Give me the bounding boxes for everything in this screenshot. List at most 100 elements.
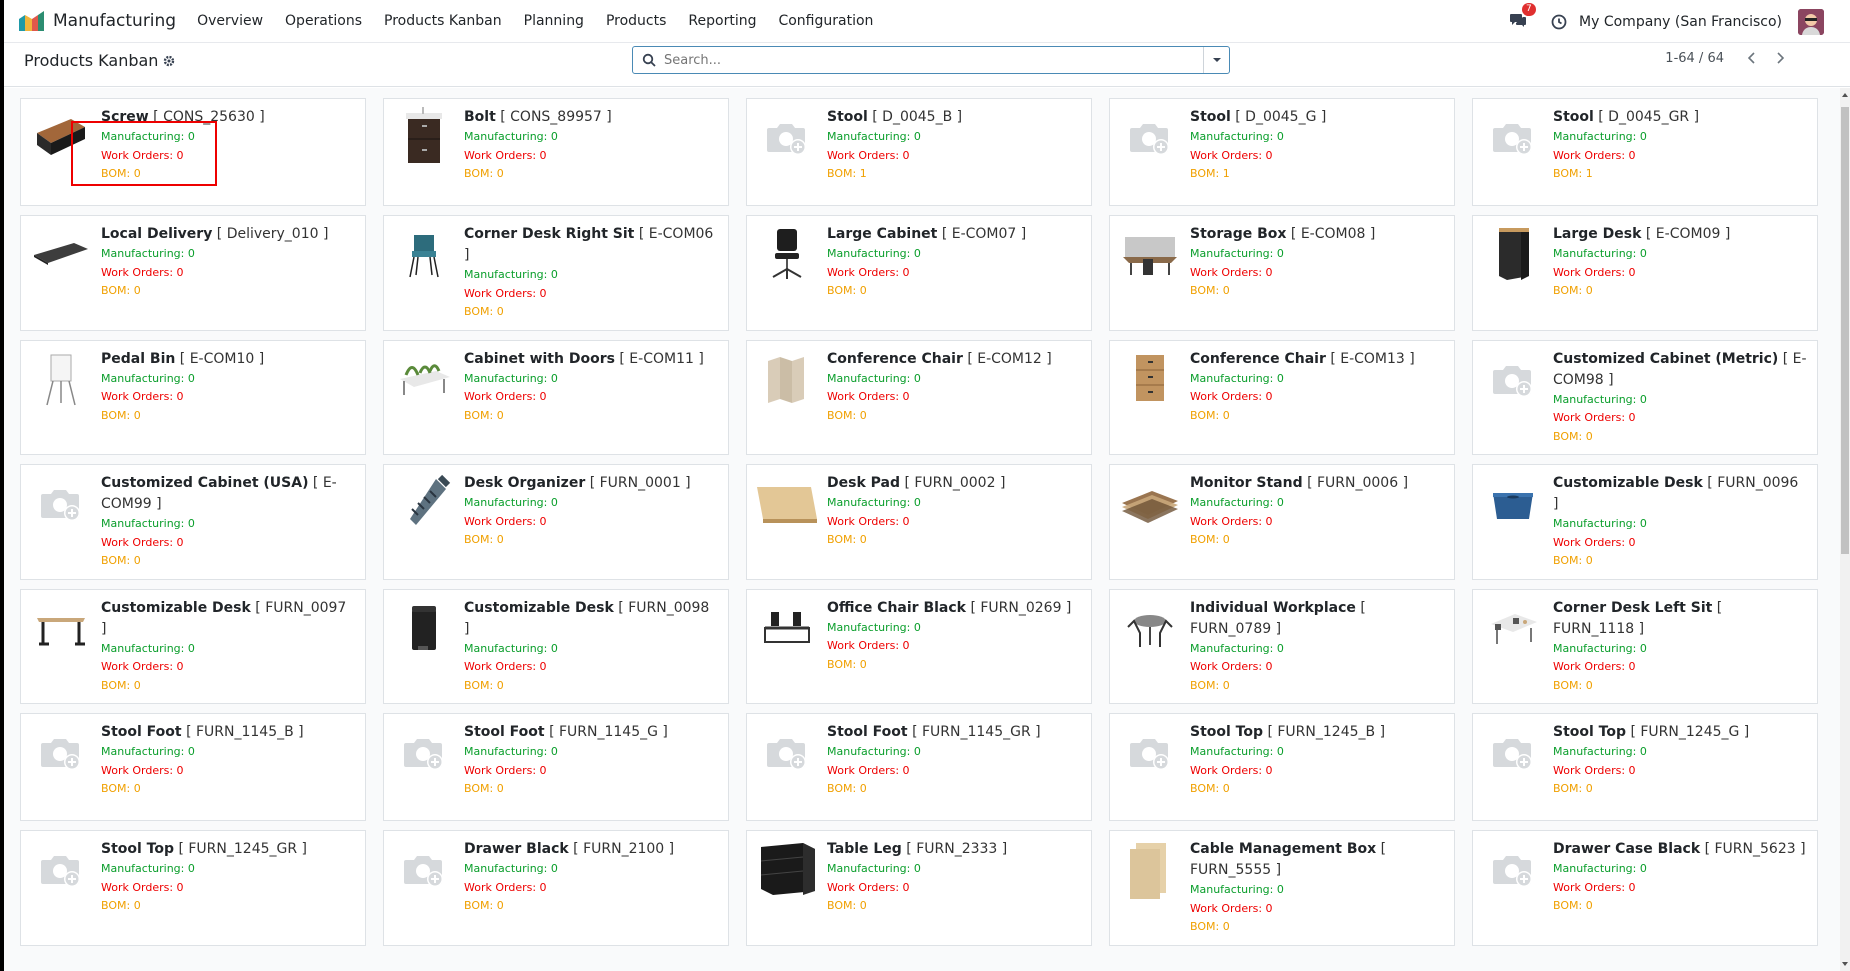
product-card[interactable]: Bolt [ CONS_89957 ] Manufacturing: 0 Work … bbox=[383, 98, 729, 206]
product-card[interactable]: Customizable Desk [ FURN_0097 ] Manufactu… bbox=[20, 588, 366, 704]
messaging-button[interactable]: 7 bbox=[1509, 2, 1536, 32]
manufacturing-count: Manufacturing: 0 bbox=[1190, 370, 1444, 389]
control-panel: Products Kanban 1-64 / 64 bbox=[4, 43, 1850, 87]
count-label: BOM: bbox=[1553, 284, 1586, 297]
product-card[interactable]: Stool [ D_0045_G ] Manufacturing: 0 Work O… bbox=[1109, 98, 1455, 206]
count-label: BOM: bbox=[1553, 782, 1586, 795]
menu-item-configuration[interactable]: Configuration bbox=[767, 13, 884, 29]
manufacturing-count: Manufacturing: 0 bbox=[101, 128, 355, 147]
product-card[interactable]: Screw [ CONS_25630 ] Manufacturing: 0 Work… bbox=[20, 98, 366, 206]
count-label: BOM: bbox=[827, 657, 860, 671]
product-card[interactable]: Stool Foot [ FURN_1145_GR ] Manufacturing… bbox=[746, 713, 1092, 821]
company-switcher[interactable]: My Company (San Francisco) bbox=[1579, 14, 1782, 30]
product-reference: [ E-COM13 ] bbox=[1330, 350, 1415, 367]
product-card[interactable]: Conference Chair [ E-COM12 ] Manufacturin… bbox=[746, 339, 1092, 455]
count-label: BOM: bbox=[101, 554, 134, 567]
product-photo bbox=[755, 479, 819, 531]
bom-count: BOM: 0 bbox=[1190, 780, 1444, 799]
vertical-scrollbar[interactable] bbox=[1840, 88, 1850, 971]
count-value: 0 bbox=[1585, 284, 1593, 297]
product-card[interactable]: Corner Desk Right Sit [ E-COM06 ] Manufac… bbox=[383, 215, 729, 331]
menu-item-planning[interactable]: Planning bbox=[513, 13, 595, 29]
product-title: Stool Foot [ FURN_1145_GR ] bbox=[827, 722, 1081, 743]
count-label: Work Orders: bbox=[827, 763, 903, 777]
product-card[interactable]: Large Cabinet [ E-COM07 ] Manufacturing: … bbox=[746, 215, 1092, 331]
product-card[interactable]: Cable Management Box [ FURN_5555 ] Manufa… bbox=[1109, 830, 1455, 946]
product-reference: [ FURN_0002 ] bbox=[904, 475, 1006, 491]
pager-value[interactable]: 1-64 / 64 bbox=[1665, 51, 1724, 66]
count-value: 0 bbox=[902, 148, 910, 162]
bom-count: BOM: 0 bbox=[1190, 918, 1444, 937]
count-value: 0 bbox=[539, 763, 547, 777]
product-reference: [ FURN_0006 ] bbox=[1307, 475, 1409, 491]
scroll-up-icon[interactable] bbox=[1842, 92, 1848, 98]
product-reference: [ FURN_1245_GR ] bbox=[178, 841, 307, 857]
count-value: 0 bbox=[913, 371, 921, 385]
activity-clock-icon[interactable] bbox=[1551, 14, 1567, 30]
count-value: 0 bbox=[133, 554, 141, 567]
product-name: Desk Organizer bbox=[464, 475, 586, 491]
scroll-thumb[interactable] bbox=[1841, 107, 1849, 554]
product-name: Cable Management Box bbox=[1190, 841, 1377, 857]
product-card[interactable]: Local Delivery [ Delivery_010 ] Manufactu… bbox=[20, 215, 366, 331]
product-card[interactable]: Drawer Case Black [ FURN_5623 ] Manufactu… bbox=[1472, 830, 1818, 946]
product-card[interactable]: Customized Cabinet (Metric) [ E-COM98 ] M… bbox=[1472, 339, 1818, 455]
count-value: 0 bbox=[1585, 782, 1593, 795]
product-card[interactable]: Drawer Black [ FURN_2100 ] Manufacturing:… bbox=[383, 830, 729, 946]
count-value: 0 bbox=[1265, 514, 1273, 528]
product-card[interactable]: Large Desk [ E-COM09 ] Manufacturing: 0 Wo… bbox=[1472, 215, 1818, 331]
manufacturing-count: Manufacturing: 0 bbox=[101, 743, 355, 762]
menu-item-overview[interactable]: Overview bbox=[186, 13, 274, 29]
product-name: Stool bbox=[1553, 109, 1594, 125]
menu-item-products-kanban[interactable]: Products Kanban bbox=[373, 13, 513, 29]
product-card[interactable]: Stool [ D_0045_B ] Manufacturing: 0 Work O… bbox=[746, 98, 1092, 206]
product-card[interactable]: Customizable Desk [ FURN_0096 ] Manufactu… bbox=[1472, 464, 1818, 580]
product-card[interactable]: Stool Foot [ FURN_1145_G ] Manufacturing:… bbox=[383, 713, 729, 821]
product-card[interactable]: Stool Top [ FURN_1245_G ] Manufacturing: … bbox=[1472, 713, 1818, 821]
menu-item-operations[interactable]: Operations bbox=[274, 13, 373, 29]
gear-icon[interactable] bbox=[163, 55, 175, 67]
count-value: 0 bbox=[550, 862, 558, 875]
manufacturing-count: Manufacturing: 0 bbox=[1553, 640, 1807, 659]
product-card[interactable]: Individual Workplace [ FURN_0789 ] Manufa… bbox=[1109, 588, 1455, 704]
product-card[interactable]: Stool [ D_0045_GR ] Manufacturing: 0 Work … bbox=[1472, 98, 1818, 206]
product-reference: [ FURN_1245_B ] bbox=[1267, 724, 1386, 740]
product-card[interactable]: Desk Pad [ FURN_0002 ] Manufacturing: 0 Wo… bbox=[746, 464, 1092, 580]
count-label: Work Orders: bbox=[101, 763, 177, 777]
menu-item-products[interactable]: Products bbox=[595, 13, 677, 29]
product-photo bbox=[1122, 605, 1178, 655]
product-title: Stool [ D_0045_G ] bbox=[1190, 107, 1444, 128]
product-card[interactable]: Pedal Bin [ E-COM10 ] Manufacturing: 0 Wor… bbox=[20, 339, 366, 455]
product-card[interactable]: Office Chair Black [ FURN_0269 ] Manufact… bbox=[746, 588, 1092, 704]
count-label: Work Orders: bbox=[1553, 265, 1629, 279]
product-card[interactable]: Corner Desk Left Sit [ FURN_1118 ] Manufa… bbox=[1472, 588, 1818, 704]
count-label: Manufacturing: bbox=[1553, 517, 1640, 530]
product-card[interactable]: Stool Top [ FURN_1245_GR ] Manufacturing:… bbox=[20, 830, 366, 946]
bom-count: BOM: 0 bbox=[1190, 282, 1444, 301]
product-card[interactable]: Stool Top [ FURN_1245_B ] Manufacturing: … bbox=[1109, 713, 1455, 821]
count-label: Work Orders: bbox=[101, 390, 177, 403]
pager-next-button[interactable] bbox=[1766, 48, 1794, 68]
product-reference: [ D_0045_G ] bbox=[1235, 109, 1327, 125]
pager-previous-button[interactable] bbox=[1738, 48, 1766, 68]
product-card[interactable]: Conference Chair [ E-COM13 ] Manufacturin… bbox=[1109, 339, 1455, 455]
search-input[interactable] bbox=[664, 52, 1184, 68]
product-card[interactable]: Customizable Desk [ FURN_0098 ] Manufactu… bbox=[383, 588, 729, 704]
search-options-toggle[interactable] bbox=[1203, 47, 1229, 73]
count-value: 0 bbox=[859, 408, 867, 422]
user-avatar[interactable] bbox=[1798, 8, 1824, 35]
product-card[interactable]: Monitor Stand [ FURN_0006 ] Manufacturing… bbox=[1109, 464, 1455, 580]
product-card[interactable]: Storage Box [ E-COM08 ] Manufacturing: 0W… bbox=[1109, 215, 1455, 331]
count-value: 0 bbox=[176, 148, 184, 162]
product-card[interactable]: Cabinet with Doors [ E-COM11 ] Manufactur… bbox=[383, 339, 729, 455]
manufacturing-count: Manufacturing: 0 bbox=[101, 515, 355, 534]
count-value: 0 bbox=[902, 639, 910, 652]
menu-item-reporting[interactable]: Reporting bbox=[677, 13, 767, 29]
product-card[interactable]: Table Leg [ FURN_2333 ] Manufacturing: 0W… bbox=[746, 830, 1092, 946]
product-name: Stool bbox=[827, 109, 868, 125]
product-card[interactable]: Desk Organizer [ FURN_0001 ] Manufacturin… bbox=[383, 464, 729, 580]
product-card[interactable]: Customized Cabinet (USA) [ E-COM99 ] Manu… bbox=[20, 464, 366, 580]
product-card[interactable]: Stool Foot [ FURN_1145_B ] Manufacturing:… bbox=[20, 713, 366, 821]
app-brand[interactable]: Manufacturing bbox=[17, 11, 176, 31]
scroll-down-icon[interactable] bbox=[1842, 961, 1848, 967]
